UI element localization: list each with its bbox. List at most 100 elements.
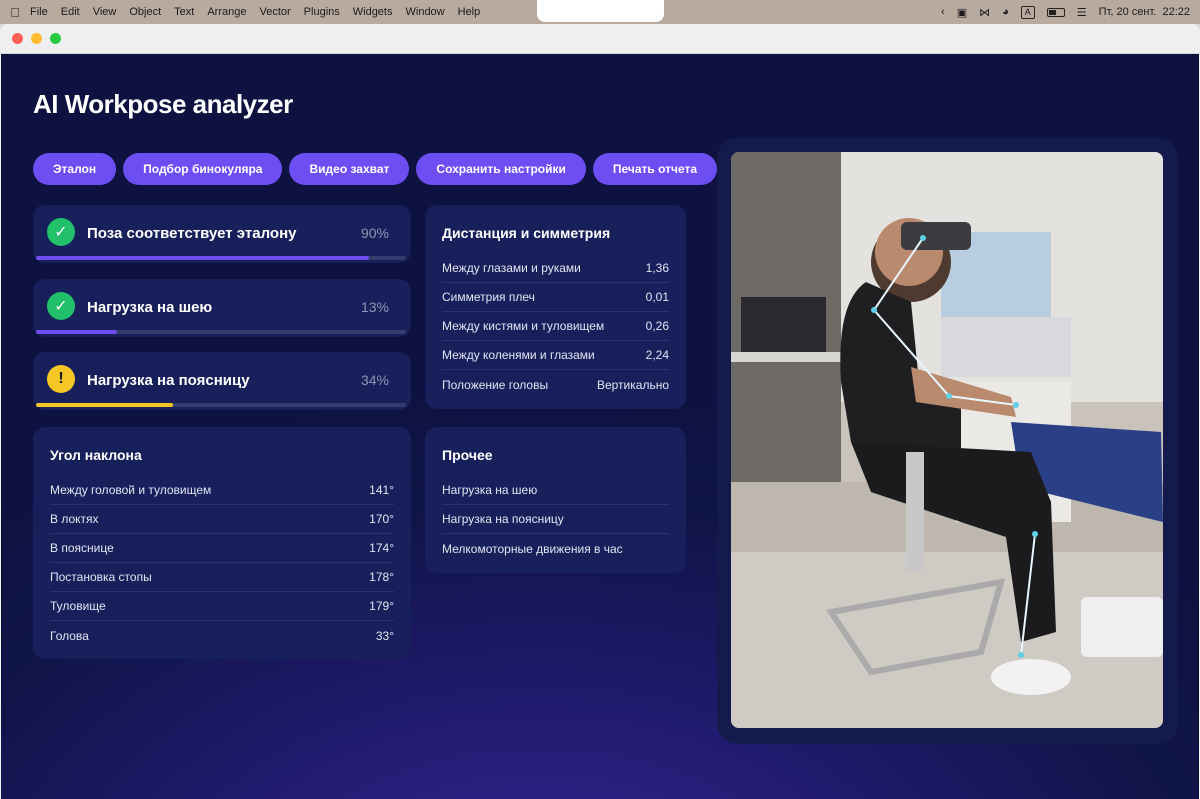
tilt-angle-rows: Между головой и туловищем 141° В локтях 170… — [50, 476, 394, 650]
minimize-window-button[interactable] — [31, 33, 42, 44]
table-row: Симметрия плеч 0,01 — [442, 283, 669, 312]
row-value: 0,01 — [645, 290, 669, 304]
row-value: 178° — [369, 570, 394, 584]
card-title: Угол наклона — [50, 447, 142, 463]
pose-photo-image — [731, 152, 1163, 728]
row-label: Голова — [50, 628, 89, 643]
bluetooth-icon[interactable]: ⋈ — [979, 6, 990, 19]
chevron-left-icon[interactable]: ‹ — [941, 6, 945, 18]
table-row: Голова 33° — [50, 621, 394, 650]
distance-symmetry-rows: Между глазами и руками 1,36 Симметрия плеч… — [442, 254, 669, 399]
menu-arrange[interactable]: Arrange — [207, 6, 246, 18]
row-value: 2,24 — [645, 348, 669, 362]
menu-object[interactable]: Object — [129, 6, 161, 18]
table-row: Между глазами и руками 1,36 — [442, 254, 669, 283]
menu-help[interactable]: Help — [458, 6, 481, 18]
other-rows: Нагрузка на шею Нагрузка на поясницу Мелко… — [442, 476, 669, 563]
row-label: В пояснице — [50, 541, 114, 555]
distance-symmetry-card: Дистанция и симметрия Между глазами и ру… — [425, 205, 686, 409]
menu-widgets[interactable]: Widgets — [353, 6, 393, 18]
progress-track — [36, 330, 406, 334]
table-row: Между коленями и глазами 2,24 — [442, 341, 669, 370]
table-row: Положение головы Вертикально — [442, 370, 669, 399]
app-content: AI Workpose analyzer Эталон Подбор бинок… — [1, 54, 1199, 799]
save-settings-button[interactable]: Сохранить настройки — [416, 153, 586, 185]
fullscreen-window-button[interactable] — [50, 33, 61, 44]
menubar:  File Edit View Object Text Arrange Vector Plu… — [0, 0, 1200, 24]
row-label: Нагрузка на шею — [442, 483, 538, 497]
row-value: 141° — [369, 483, 394, 497]
menubar-clock[interactable]: Пт, 20 сент. 22:22 — [1099, 6, 1190, 18]
menubar-status: ‹ ▣ ⋈ ◕ A ☰ Пт, 20 сент. 22:22 — [941, 0, 1190, 24]
row-label: Постановка стопы — [50, 570, 152, 584]
pose-card-label: Поза соответствует эталону — [87, 225, 297, 242]
row-value: 170° — [369, 512, 394, 526]
video-capture-button[interactable]: Видео захват — [289, 153, 410, 185]
battery-icon[interactable] — [1046, 7, 1065, 17]
progress-track — [36, 256, 406, 260]
camera-notch — [537, 0, 664, 22]
tilt-angle-card: Угол наклона Между головой и туловищем 14… — [33, 427, 411, 659]
photo-frame — [717, 138, 1178, 744]
pose-card-percent: 13% — [360, 299, 389, 315]
table-row: В локтях 170° — [50, 505, 394, 534]
toolbar: Эталон Подбор бинокуляра Видео захват Со… — [33, 153, 718, 185]
row-value: 33° — [375, 628, 394, 643]
pose-card-percent: 34% — [360, 372, 389, 388]
apple-icon[interactable]:  — [0, 5, 30, 20]
lower-back-load-card: ! Нагрузка на поясницу 34% — [33, 352, 411, 410]
table-row: Между кистями и туловищем 0,26 — [442, 312, 669, 341]
menu-plugins[interactable]: Plugins — [304, 6, 340, 18]
row-value: 174° — [369, 541, 394, 555]
menu-edit[interactable]: Edit — [61, 6, 80, 18]
pose-card-label: Нагрузка на поясницу — [87, 372, 250, 389]
app-window: AI Workpose analyzer Эталон Подбор бинок… — [0, 24, 1200, 799]
table-row: Нагрузка на шею — [442, 476, 669, 505]
menu-window[interactable]: Window — [406, 6, 445, 18]
check-icon: ✓ — [47, 218, 75, 246]
window-titlebar — [0, 24, 1200, 54]
neck-load-card: ✓ Нагрузка на шею 13% — [33, 279, 411, 337]
menu-file[interactable]: File — [30, 6, 48, 18]
binocular-selection-button[interactable]: Подбор бинокуляра — [123, 153, 283, 185]
table-row: Мелкомоторные движения в час — [442, 534, 669, 563]
row-label: Нагрузка на поясницу — [442, 512, 564, 526]
exclamation-icon: ! — [47, 365, 75, 393]
check-icon: ✓ — [47, 292, 75, 320]
other-card: Прочее Нагрузка на шею Нагрузка на поясни… — [425, 427, 686, 573]
progress-track — [36, 403, 406, 407]
menu-vector[interactable]: Vector — [259, 6, 290, 18]
card-title: Дистанция и симметрия — [442, 225, 611, 241]
row-label: Симметрия плеч — [442, 290, 535, 304]
reference-button[interactable]: Эталон — [33, 153, 117, 185]
control-center-icon[interactable]: ☰ — [1077, 6, 1087, 19]
input-source-indicator[interactable]: A — [1020, 5, 1035, 19]
row-value: Вертикально — [596, 377, 669, 392]
progress-fill — [36, 403, 173, 407]
share-icon[interactable]: ▣ — [957, 6, 967, 19]
row-label: Положение головы — [442, 377, 549, 392]
pose-card-label: Нагрузка на шею — [87, 299, 213, 316]
progress-fill — [36, 330, 118, 334]
table-row: Между головой и туловищем 141° — [50, 476, 394, 505]
row-label: Между коленями и глазами — [442, 348, 595, 362]
menubar-menus: File Edit View Object Text Arrange Vector Plugi… — [30, 6, 480, 18]
menu-text[interactable]: Text — [174, 6, 194, 18]
table-row: В пояснице 174° — [50, 534, 394, 563]
row-value: 0,26 — [645, 319, 669, 333]
pose-match-card: ✓ Поза соответствует эталону 90% — [33, 205, 411, 263]
print-report-button[interactable]: Печать отчета — [592, 153, 718, 185]
close-window-button[interactable] — [12, 33, 23, 44]
progress-fill — [36, 256, 369, 260]
table-row: Туловище 179° — [50, 592, 394, 621]
pose-card-percent: 90% — [360, 225, 389, 241]
card-title: Прочее — [442, 447, 493, 463]
row-value: 1,36 — [645, 261, 669, 275]
row-value: 179° — [369, 599, 394, 613]
row-label: Между глазами и руками — [442, 261, 581, 275]
wifi-icon[interactable]: ◕ — [1002, 6, 1009, 18]
menu-view[interactable]: View — [93, 6, 117, 18]
row-label: Туловище — [50, 599, 106, 613]
row-label: В локтях — [50, 512, 99, 526]
table-row: Постановка стопы 178° — [50, 563, 394, 592]
